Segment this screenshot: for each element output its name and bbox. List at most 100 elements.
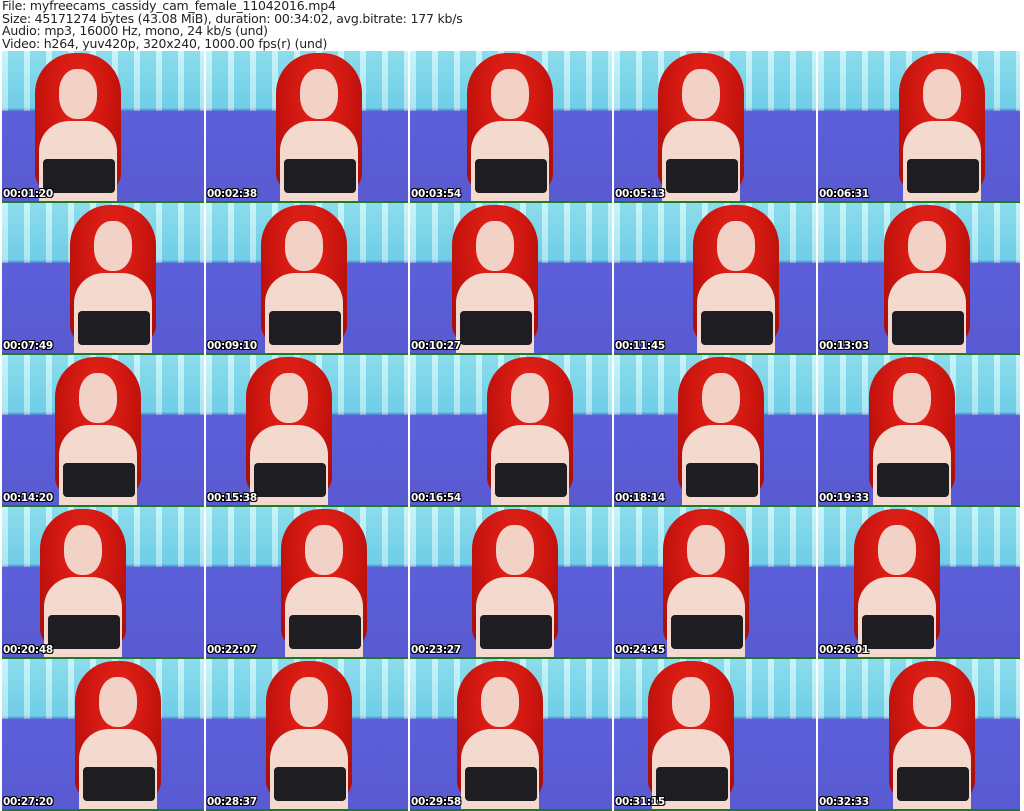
video-frame-thumbnail: 00:03:54 bbox=[410, 51, 612, 203]
video-frame-thumbnail: 00:22:07 bbox=[206, 507, 408, 659]
frame-image bbox=[270, 373, 308, 423]
frame-image bbox=[701, 311, 773, 345]
file-info-header: File: myfreecams_cassidy_cam_female_1104… bbox=[2, 0, 463, 50]
timestamp-label: 00:28:37 bbox=[207, 796, 257, 808]
frame-image bbox=[511, 373, 549, 423]
frame-image bbox=[269, 311, 341, 345]
timestamp-label: 00:19:33 bbox=[819, 492, 869, 504]
frame-image bbox=[289, 615, 361, 649]
video-frame-thumbnail: 00:11:45 bbox=[614, 203, 816, 355]
frame-image bbox=[702, 373, 740, 423]
frame-image bbox=[476, 221, 514, 271]
video-frame-thumbnail: 00:23:27 bbox=[410, 507, 612, 659]
timestamp-label: 00:16:54 bbox=[411, 492, 461, 504]
timestamp-label: 00:06:31 bbox=[819, 188, 869, 200]
timestamp-label: 00:03:54 bbox=[411, 188, 461, 200]
frame-image bbox=[656, 767, 728, 801]
timestamp-label: 00:14:20 bbox=[3, 492, 53, 504]
frame-image bbox=[78, 311, 150, 345]
frame-image bbox=[48, 615, 120, 649]
frame-image bbox=[300, 69, 338, 119]
frame-image bbox=[671, 615, 743, 649]
timestamp-label: 00:09:10 bbox=[207, 340, 257, 352]
frame-image bbox=[59, 69, 97, 119]
video-frame-thumbnail: 00:01:20 bbox=[2, 51, 204, 203]
timestamp-label: 00:27:20 bbox=[3, 796, 53, 808]
video-frame-thumbnail: 00:09:10 bbox=[206, 203, 408, 355]
timestamp-label: 00:22:07 bbox=[207, 644, 257, 656]
timestamp-label: 00:05:13 bbox=[615, 188, 665, 200]
frame-image bbox=[672, 677, 710, 727]
frame-image bbox=[897, 767, 969, 801]
frame-image bbox=[254, 463, 326, 497]
frame-image bbox=[64, 525, 102, 575]
thumbnail-grid: 00:01:20 00:02:38 00:03:54 00:05:13 00:06:31… bbox=[2, 51, 1020, 811]
timestamp-label: 00:01:20 bbox=[3, 188, 53, 200]
timestamp-label: 00:20:48 bbox=[3, 644, 53, 656]
frame-image bbox=[94, 221, 132, 271]
frame-image bbox=[862, 615, 934, 649]
video-frame-thumbnail: 00:20:48 bbox=[2, 507, 204, 659]
video-frame-thumbnail: 00:15:38 bbox=[206, 355, 408, 507]
frame-image bbox=[99, 677, 137, 727]
video-frame-thumbnail: 00:06:31 bbox=[818, 51, 1020, 203]
timestamp-label: 00:23:27 bbox=[411, 644, 461, 656]
frame-image bbox=[43, 159, 115, 193]
video-frame-thumbnail: 00:02:38 bbox=[206, 51, 408, 203]
timestamp-label: 00:31:15 bbox=[615, 796, 665, 808]
frame-image bbox=[491, 69, 529, 119]
video-frame-thumbnail: 00:18:14 bbox=[614, 355, 816, 507]
video-frame-thumbnail: 00:29:58 bbox=[410, 659, 612, 811]
frame-image bbox=[285, 221, 323, 271]
frame-image bbox=[496, 525, 534, 575]
frame-image bbox=[913, 677, 951, 727]
video-frame-thumbnail: 00:27:20 bbox=[2, 659, 204, 811]
frame-image bbox=[877, 463, 949, 497]
video-frame-thumbnail: 00:05:13 bbox=[614, 51, 816, 203]
frame-image bbox=[893, 373, 931, 423]
frame-image bbox=[460, 311, 532, 345]
frame-image bbox=[907, 159, 979, 193]
frame-image bbox=[274, 767, 346, 801]
frame-image bbox=[717, 221, 755, 271]
timestamp-label: 00:15:38 bbox=[207, 492, 257, 504]
frame-image bbox=[481, 677, 519, 727]
timestamp-label: 00:18:14 bbox=[615, 492, 665, 504]
timestamp-label: 00:13:03 bbox=[819, 340, 869, 352]
video-frame-thumbnail: 00:26:01 bbox=[818, 507, 1020, 659]
frame-image bbox=[79, 373, 117, 423]
frame-image bbox=[305, 525, 343, 575]
frame-image bbox=[475, 159, 547, 193]
video-frame-thumbnail: 00:24:45 bbox=[614, 507, 816, 659]
frame-image bbox=[687, 525, 725, 575]
frame-image bbox=[908, 221, 946, 271]
video-frame-thumbnail: 00:31:15 bbox=[614, 659, 816, 811]
timestamp-label: 00:29:58 bbox=[411, 796, 461, 808]
video-frame-thumbnail: 00:32:33 bbox=[818, 659, 1020, 811]
frame-image bbox=[495, 463, 567, 497]
frame-image bbox=[284, 159, 356, 193]
frame-image bbox=[290, 677, 328, 727]
video-frame-thumbnail: 00:19:33 bbox=[818, 355, 1020, 507]
video-frame-thumbnail: 00:07:49 bbox=[2, 203, 204, 355]
timestamp-label: 00:26:01 bbox=[819, 644, 869, 656]
video-frame-thumbnail: 00:14:20 bbox=[2, 355, 204, 507]
video-frame-thumbnail: 00:10:27 bbox=[410, 203, 612, 355]
frame-image bbox=[878, 525, 916, 575]
timestamp-label: 00:10:27 bbox=[411, 340, 461, 352]
timestamp-label: 00:11:45 bbox=[615, 340, 665, 352]
frame-image bbox=[666, 159, 738, 193]
frame-image bbox=[83, 767, 155, 801]
frame-image bbox=[682, 69, 720, 119]
frame-image bbox=[465, 767, 537, 801]
video-info: Video: h264, yuv420p, 320x240, 1000.00 f… bbox=[2, 35, 328, 51]
frame-image bbox=[480, 615, 552, 649]
timestamp-label: 00:02:38 bbox=[207, 188, 257, 200]
timestamp-label: 00:32:33 bbox=[819, 796, 869, 808]
timestamp-label: 00:07:49 bbox=[3, 340, 53, 352]
frame-image bbox=[892, 311, 964, 345]
frame-image bbox=[63, 463, 135, 497]
video-frame-thumbnail: 00:13:03 bbox=[818, 203, 1020, 355]
video-frame-thumbnail: 00:28:37 bbox=[206, 659, 408, 811]
frame-image bbox=[686, 463, 758, 497]
